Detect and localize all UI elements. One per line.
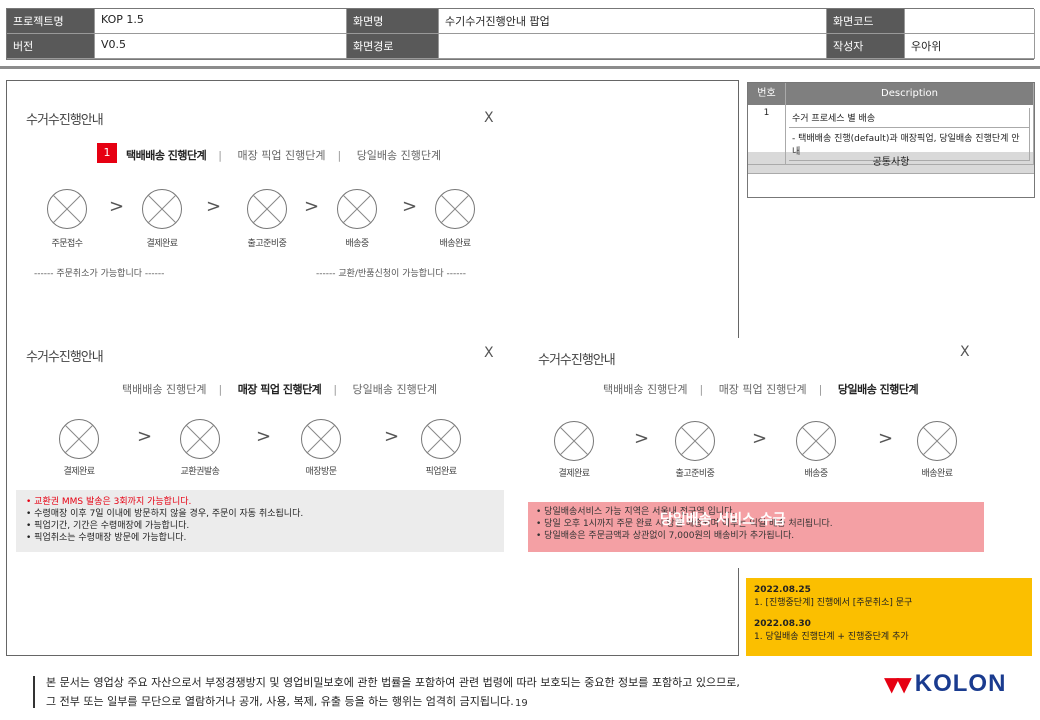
- dialog3-title: 수거수진행안내: [538, 353, 616, 368]
- step-icon: [435, 189, 475, 229]
- tab-same-day[interactable]: 당일배송 진행단계: [838, 383, 919, 396]
- chevron-right-icon: >: [137, 426, 153, 447]
- step-label: 주문접수: [51, 239, 83, 249]
- change-item: 1. 당일배송 진행단계 + 진행중단계 추가: [754, 632, 909, 642]
- chevron-right-icon: >: [752, 428, 768, 449]
- path-label: 화면경로: [347, 34, 439, 59]
- info-line: • 수령매장 이후 7일 이내에 방문하지 않을 경우, 주문이 자동 취소됩니…: [26, 509, 304, 519]
- change-date: 2022.08.25: [754, 585, 811, 595]
- return-note: ------ 교환/반품신청이 가능합니다 ------: [316, 269, 466, 279]
- tab-store-pickup[interactable]: 매장 픽업 진행단계: [719, 383, 807, 396]
- step-label: 배송완료: [439, 239, 471, 249]
- step-icon: [421, 419, 461, 459]
- step-icon: [554, 421, 594, 461]
- info-line: • 당일배송은 주문금액과 상관없이 7,000원의 배송비가 추가됩니다.: [536, 531, 795, 541]
- change-item: 1. [진행중단계] 진행에서 [주문취소] 문구: [754, 598, 913, 608]
- step-label: 출고준비중: [675, 469, 715, 479]
- author-label: 작성자: [827, 34, 905, 59]
- page-number: 19: [515, 698, 528, 709]
- step-label: 결제완료: [146, 239, 178, 249]
- chevron-right-icon: >: [109, 196, 125, 217]
- tab-store-pickup[interactable]: 매장 픽업 진행단계: [238, 383, 322, 396]
- change-log-note: 2022.08.25 1. [진행중단계] 진행에서 [주문취소] 문구 202…: [746, 578, 1032, 656]
- dialog3-close-icon[interactable]: X: [960, 344, 970, 360]
- code-label: 화면코드: [827, 9, 905, 34]
- header-divider: [0, 66, 1040, 69]
- step-label: 픽업완료: [425, 467, 457, 477]
- step-icon: [917, 421, 957, 461]
- step-icon: [59, 419, 99, 459]
- chevron-right-icon: >: [304, 196, 320, 217]
- dialog2-close-icon[interactable]: X: [484, 345, 494, 361]
- pickup-info-box: • 교환권 MMS 발송은 3회까지 가능합니다. • 수령매장 이후 7일 이…: [16, 490, 504, 552]
- step-label: 출고준비중: [247, 239, 287, 249]
- step-label: 배송중: [345, 239, 369, 249]
- step-icon: [796, 421, 836, 461]
- chevron-right-icon: >: [384, 426, 400, 447]
- version-label: 버전: [7, 34, 95, 59]
- row-description: 수거 프로세스 별 배송 - 택배배송 진행(default)과 매장픽업, 당…: [786, 105, 1034, 165]
- dialog2-title: 수거수진행안내: [26, 350, 104, 365]
- info-line: • 픽업기간, 기간은 수령매장에 가능합니다.: [26, 521, 190, 531]
- project-label: 프로젝트명: [7, 9, 95, 34]
- tab-delivery[interactable]: 택배배송 진행단계: [603, 383, 687, 396]
- step-icon: [47, 189, 87, 229]
- tab-delivery[interactable]: 택배배송 진행단계: [122, 383, 206, 396]
- info-line: • 교환권 MMS 발송은 3회까지 가능합니다.: [26, 497, 192, 507]
- dialog1-title: 수거수진행안내: [26, 113, 104, 128]
- tab-same-day[interactable]: 당일배송 진행단계: [353, 383, 437, 396]
- chevron-right-icon: >: [206, 196, 222, 217]
- tab-same-day[interactable]: 당일배송 진행단계: [357, 149, 441, 162]
- chevron-right-icon: >: [878, 428, 894, 449]
- chevron-right-icon: >: [634, 428, 650, 449]
- step-label: 결제완료: [63, 467, 95, 477]
- kolon-logo: ▼▼ KOLON: [884, 670, 1007, 697]
- path-value: [439, 34, 827, 59]
- step-icon: [337, 189, 377, 229]
- chevron-right-icon: >: [256, 426, 272, 447]
- confidentiality-notice: 본 문서는 영업상 주요 자산으로서 부정경쟁방지 및 영업비밀보호에 관한 법…: [46, 676, 740, 708]
- dialog1-tabs: 택배배송 진행단계 | 매장 픽업 진행단계 | 당일배송 진행단계: [126, 149, 442, 162]
- step-label: 배송완료: [921, 469, 953, 479]
- chevron-right-icon: >: [402, 196, 418, 217]
- step-icon: [142, 189, 182, 229]
- step-icon: [301, 419, 341, 459]
- change-date: 2022.08.30: [754, 619, 811, 629]
- annotation-badge: 1: [97, 143, 117, 163]
- dialog2-tabs: 택배배송 진행단계 | 매장 픽업 진행단계 | 당일배송 진행단계: [122, 383, 437, 396]
- document-header: 프로젝트명 KOP 1.5 화면명 수기수거진행안내 팝업 화면코드 버전 V0…: [6, 8, 1035, 60]
- col-description-header: Description: [786, 83, 1034, 105]
- dialog1-close-icon[interactable]: X: [484, 110, 494, 126]
- tab-store-pickup[interactable]: 매장 픽업 진행단계: [238, 149, 326, 162]
- cancel-note: ------ 주문취소가 가능합니다 ------: [34, 269, 165, 279]
- overlay-label: 당일배송 서비스 수급: [660, 512, 786, 528]
- info-line: • 픽업취소는 수령매장 방문에 가능합니다.: [26, 533, 187, 543]
- step-label: 배송중: [804, 469, 828, 479]
- step-icon: [675, 421, 715, 461]
- step-label: 결제완료: [558, 469, 590, 479]
- same-day-info-box: • 당일배송서비스 가능 지역은 서울내 전구역 입니다. • 당일 오후 1시…: [528, 502, 984, 552]
- row-number: 1: [748, 105, 786, 165]
- dialog3-tabs: 택배배송 진행단계 | 매장 픽업 진행단계 | 당일배송 진행단계: [603, 383, 919, 396]
- screen-label: 화면명: [347, 9, 439, 34]
- step-icon: [247, 189, 287, 229]
- author-value: 우아위: [905, 34, 1035, 59]
- step-label: 교환권발송: [180, 467, 220, 477]
- project-value: KOP 1.5: [95, 9, 347, 34]
- screen-value: 수기수거진행안내 팝업: [439, 9, 827, 34]
- step-label: 매장방문: [305, 467, 337, 477]
- code-value: [905, 9, 1035, 34]
- description-panel: 번호 Description 1 수거 프로세스 별 배송 - 택배배송 진행(…: [747, 82, 1035, 198]
- col-number-header: 번호: [748, 83, 786, 105]
- step-icon: [180, 419, 220, 459]
- logo-mark-icon: ▼▼: [884, 672, 912, 696]
- version-value: V0.5: [95, 34, 347, 59]
- tab-delivery[interactable]: 택배배송 진행단계: [126, 149, 207, 162]
